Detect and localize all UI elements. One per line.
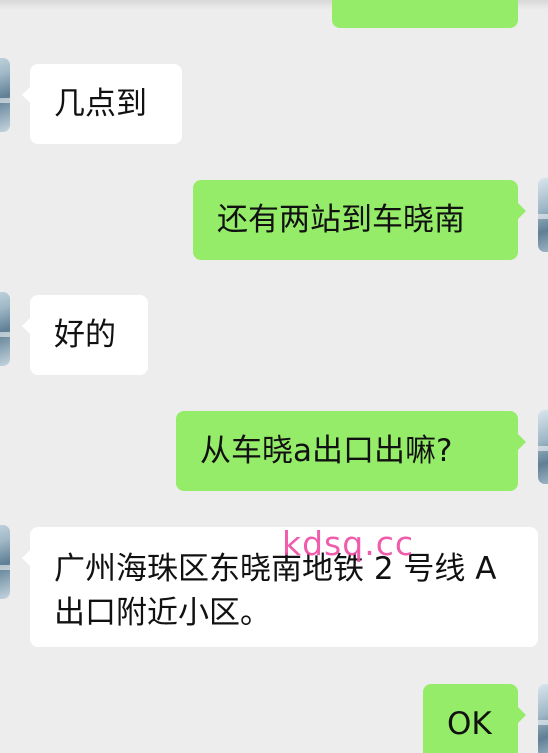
message-text: OK <box>447 706 492 742</box>
outgoing-message-bubble[interactable]: 从车晓a出口出嘛? <box>176 411 526 491</box>
bubble-tail <box>22 86 31 104</box>
my-avatar[interactable] <box>538 410 548 484</box>
outgoing-message-bubble[interactable]: 还有两站到车晓南 <box>193 180 526 260</box>
outgoing-message-bubble[interactable]: OK <box>423 684 526 753</box>
contact-avatar[interactable] <box>0 525 10 599</box>
bubble-tail <box>517 433 526 451</box>
watermark-text: kdsq.cc <box>282 524 414 563</box>
bubble-tail <box>517 706 526 724</box>
my-avatar[interactable] <box>538 178 548 252</box>
message-text: 几点到 <box>54 86 147 122</box>
message-text: 还有两站到车晓南 <box>217 202 465 238</box>
message-text: 好的 <box>54 317 116 353</box>
contact-avatar[interactable] <box>0 58 10 132</box>
bubble-tail <box>22 549 31 567</box>
bubble-tail <box>517 202 526 220</box>
contact-avatar[interactable] <box>0 292 10 366</box>
chat-conversation[interactable]: 几点到 还有两站到车晓南 好的 从车晓a出口出嘛? 广州海珠区东晓南地铁 2 号… <box>0 0 548 753</box>
my-avatar[interactable] <box>538 684 548 753</box>
message-bubble-cut-off[interactable] <box>332 0 518 28</box>
bubble-tail <box>22 317 31 335</box>
incoming-message-bubble[interactable]: 好的 <box>22 295 148 375</box>
message-text: 从车晓a出口出嘛? <box>200 433 453 469</box>
incoming-message-bubble[interactable]: 几点到 <box>22 64 182 144</box>
